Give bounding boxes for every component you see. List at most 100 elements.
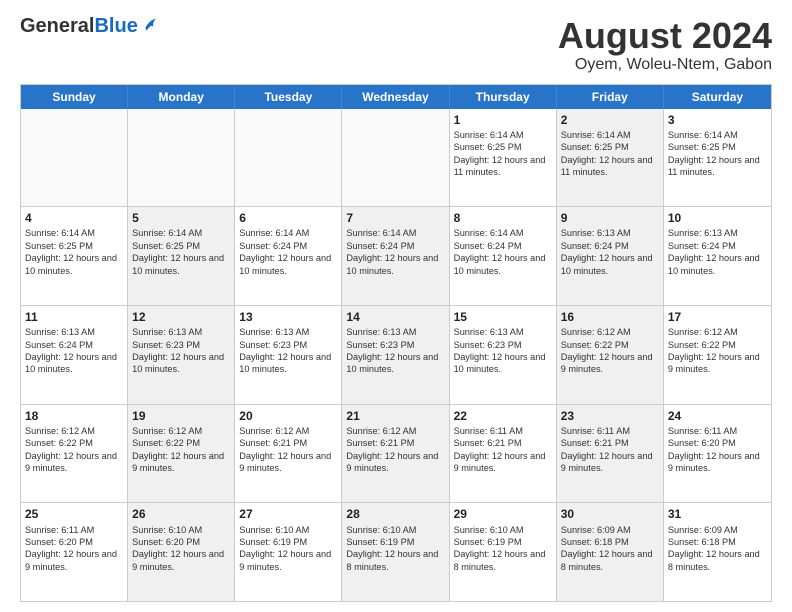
header-day-monday: Monday: [128, 85, 235, 109]
header: GeneralBlue August 2024 Oyem, Woleu-Ntem…: [20, 16, 772, 74]
calendar-cell: 9Sunrise: 6:13 AM Sunset: 6:24 PM Daylig…: [557, 207, 664, 305]
calendar-cell: 8Sunrise: 6:14 AM Sunset: 6:24 PM Daylig…: [450, 207, 557, 305]
calendar-cell: [342, 109, 449, 207]
calendar-cell: 25Sunrise: 6:11 AM Sunset: 6:20 PM Dayli…: [21, 503, 128, 601]
calendar-cell: 24Sunrise: 6:11 AM Sunset: 6:20 PM Dayli…: [664, 405, 771, 503]
calendar-cell: 14Sunrise: 6:13 AM Sunset: 6:23 PM Dayli…: [342, 306, 449, 404]
calendar-cell: [235, 109, 342, 207]
calendar-cell: 12Sunrise: 6:13 AM Sunset: 6:23 PM Dayli…: [128, 306, 235, 404]
day-number: 31: [668, 506, 767, 522]
calendar-header: SundayMondayTuesdayWednesdayThursdayFrid…: [21, 85, 771, 109]
day-number: 7: [346, 210, 444, 226]
day-info: Sunrise: 6:10 AM Sunset: 6:19 PM Dayligh…: [239, 524, 337, 574]
day-info: Sunrise: 6:14 AM Sunset: 6:24 PM Dayligh…: [454, 227, 552, 277]
day-info: Sunrise: 6:13 AM Sunset: 6:24 PM Dayligh…: [668, 227, 767, 277]
calendar-cell: 31 Sunrise: 6:09 AM Sunset: 6:18 PM Dayli…: [664, 503, 771, 601]
day-info: Sunrise: 6:10 AM Sunset: 6:19 PM Dayligh…: [454, 524, 552, 574]
header-day-thursday: Thursday: [450, 85, 557, 109]
calendar-cell: 10Sunrise: 6:13 AM Sunset: 6:24 PM Dayli…: [664, 207, 771, 305]
day-info: Sunrise: 6:09 AM Sunset: 6:18 PM Dayligh…: [668, 524, 767, 574]
day-info: Sunrise: 6:13 AM Sunset: 6:23 PM Dayligh…: [454, 326, 552, 376]
title-block: August 2024 Oyem, Woleu-Ntem, Gabon: [558, 16, 772, 74]
day-number: 15: [454, 309, 552, 325]
day-info: Sunrise: 6:13 AM Sunset: 6:23 PM Dayligh…: [239, 326, 337, 376]
day-info: Sunrise: 6:12 AM Sunset: 6:22 PM Dayligh…: [25, 425, 123, 475]
day-number: 1: [454, 112, 552, 128]
day-number: 9: [561, 210, 659, 226]
day-number: 29: [454, 506, 552, 522]
day-info: Sunrise: 6:09 AM Sunset: 6:18 PM Dayligh…: [561, 524, 659, 574]
logo-general: General: [20, 16, 94, 36]
day-number: 8: [454, 210, 552, 226]
day-info: Sunrise: 6:14 AM Sunset: 6:25 PM Dayligh…: [668, 129, 767, 179]
header-day-sunday: Sunday: [21, 85, 128, 109]
calendar-cell: 26 Sunrise: 6:10 AM Sunset: 6:20 PM Dayli…: [128, 503, 235, 601]
calendar-cell: 18Sunrise: 6:12 AM Sunset: 6:22 PM Dayli…: [21, 405, 128, 503]
calendar-row: 1Sunrise: 6:14 AM Sunset: 6:25 PM Daylig…: [21, 109, 771, 207]
calendar-cell: 11Sunrise: 6:13 AM Sunset: 6:24 PM Dayli…: [21, 306, 128, 404]
calendar-row: 18Sunrise: 6:12 AM Sunset: 6:22 PM Dayli…: [21, 404, 771, 503]
calendar: SundayMondayTuesdayWednesdayThursdayFrid…: [20, 84, 772, 602]
calendar-cell: 28Sunrise: 6:10 AM Sunset: 6:19 PM Dayli…: [342, 503, 449, 601]
calendar-cell: [128, 109, 235, 207]
day-info: Sunrise: 6:13 AM Sunset: 6:23 PM Dayligh…: [346, 326, 444, 376]
header-day-wednesday: Wednesday: [342, 85, 449, 109]
page: GeneralBlue August 2024 Oyem, Woleu-Ntem…: [0, 0, 792, 612]
calendar-cell: 15Sunrise: 6:13 AM Sunset: 6:23 PM Dayli…: [450, 306, 557, 404]
calendar-cell: 2Sunrise: 6:14 AM Sunset: 6:25 PM Daylig…: [557, 109, 664, 207]
day-info: Sunrise: 6:11 AM Sunset: 6:21 PM Dayligh…: [561, 425, 659, 475]
day-number: 4: [25, 210, 123, 226]
day-info: Sunrise: 6:13 AM Sunset: 6:23 PM Dayligh…: [132, 326, 230, 376]
title-month: August 2024: [558, 16, 772, 56]
day-info: Sunrise: 6:14 AM Sunset: 6:25 PM Dayligh…: [454, 129, 552, 179]
day-info: Sunrise: 6:14 AM Sunset: 6:25 PM Dayligh…: [132, 227, 230, 277]
calendar-cell: 23Sunrise: 6:11 AM Sunset: 6:21 PM Dayli…: [557, 405, 664, 503]
calendar-cell: 20Sunrise: 6:12 AM Sunset: 6:21 PM Dayli…: [235, 405, 342, 503]
header-day-tuesday: Tuesday: [235, 85, 342, 109]
header-day-friday: Friday: [557, 85, 664, 109]
day-number: 24: [668, 408, 767, 424]
title-location: Oyem, Woleu-Ntem, Gabon: [558, 56, 772, 74]
logo-bird-icon: [140, 16, 160, 36]
day-info: Sunrise: 6:12 AM Sunset: 6:22 PM Dayligh…: [668, 326, 767, 376]
calendar-cell: 27 Sunrise: 6:10 AM Sunset: 6:19 PM Dayli…: [235, 503, 342, 601]
day-number: 20: [239, 408, 337, 424]
day-info: Sunrise: 6:12 AM Sunset: 6:22 PM Dayligh…: [561, 326, 659, 376]
day-info: Sunrise: 6:14 AM Sunset: 6:24 PM Dayligh…: [346, 227, 444, 277]
day-info: Sunrise: 6:12 AM Sunset: 6:21 PM Dayligh…: [346, 425, 444, 475]
day-number: 18: [25, 408, 123, 424]
day-number: 6: [239, 210, 337, 226]
calendar-cell: 30 Sunrise: 6:09 AM Sunset: 6:18 PM Dayli…: [557, 503, 664, 601]
day-number: 26: [132, 506, 230, 522]
day-number: 10: [668, 210, 767, 226]
calendar-cell: 29 Sunrise: 6:10 AM Sunset: 6:19 PM Dayli…: [450, 503, 557, 601]
calendar-row: 25Sunrise: 6:11 AM Sunset: 6:20 PM Dayli…: [21, 502, 771, 601]
calendar-cell: 4Sunrise: 6:14 AM Sunset: 6:25 PM Daylig…: [21, 207, 128, 305]
day-number: 28: [346, 506, 444, 522]
calendar-cell: 16Sunrise: 6:12 AM Sunset: 6:22 PM Dayli…: [557, 306, 664, 404]
calendar-cell: 19Sunrise: 6:12 AM Sunset: 6:22 PM Dayli…: [128, 405, 235, 503]
day-info: Sunrise: 6:14 AM Sunset: 6:24 PM Dayligh…: [239, 227, 337, 277]
day-number: 13: [239, 309, 337, 325]
day-info: Sunrise: 6:11 AM Sunset: 6:21 PM Dayligh…: [454, 425, 552, 475]
calendar-cell: 6Sunrise: 6:14 AM Sunset: 6:24 PM Daylig…: [235, 207, 342, 305]
day-number: 14: [346, 309, 444, 325]
day-info: Sunrise: 6:14 AM Sunset: 6:25 PM Dayligh…: [561, 129, 659, 179]
calendar-cell: 7Sunrise: 6:14 AM Sunset: 6:24 PM Daylig…: [342, 207, 449, 305]
day-number: 22: [454, 408, 552, 424]
day-info: Sunrise: 6:10 AM Sunset: 6:20 PM Dayligh…: [132, 524, 230, 574]
calendar-cell: 1Sunrise: 6:14 AM Sunset: 6:25 PM Daylig…: [450, 109, 557, 207]
calendar-cell: 3Sunrise: 6:14 AM Sunset: 6:25 PM Daylig…: [664, 109, 771, 207]
day-info: Sunrise: 6:14 AM Sunset: 6:25 PM Dayligh…: [25, 227, 123, 277]
day-number: 27: [239, 506, 337, 522]
day-number: 25: [25, 506, 123, 522]
logo-text: GeneralBlue: [20, 16, 160, 36]
calendar-cell: [21, 109, 128, 207]
calendar-row: 4Sunrise: 6:14 AM Sunset: 6:25 PM Daylig…: [21, 206, 771, 305]
logo: GeneralBlue: [20, 16, 160, 36]
day-info: Sunrise: 6:11 AM Sunset: 6:20 PM Dayligh…: [668, 425, 767, 475]
day-info: Sunrise: 6:13 AM Sunset: 6:24 PM Dayligh…: [561, 227, 659, 277]
day-number: 30: [561, 506, 659, 522]
calendar-cell: 13Sunrise: 6:13 AM Sunset: 6:23 PM Dayli…: [235, 306, 342, 404]
day-number: 21: [346, 408, 444, 424]
